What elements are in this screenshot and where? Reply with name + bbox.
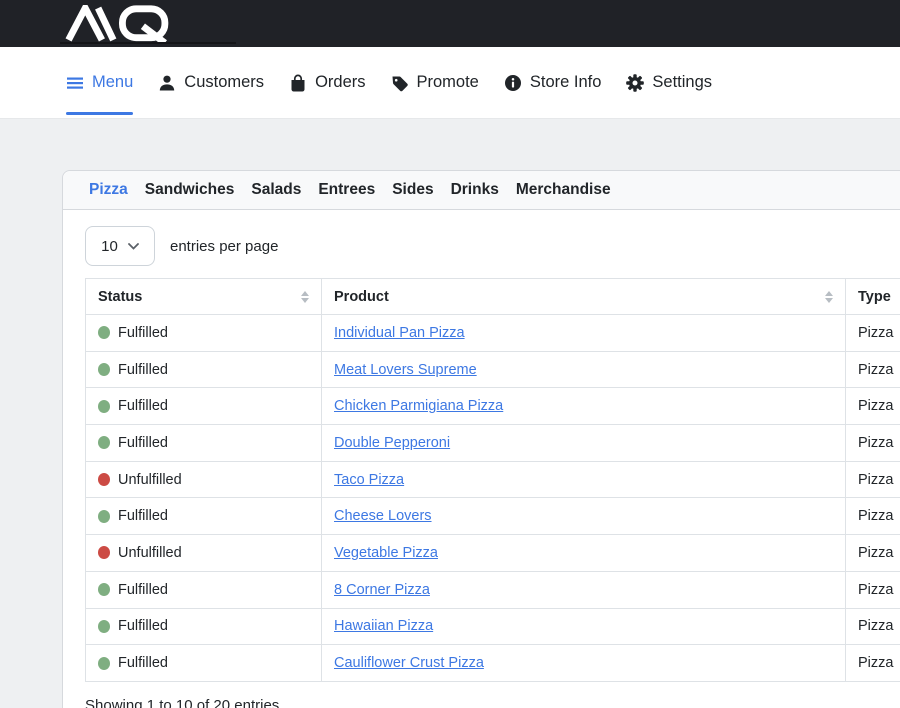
nav-item-settings[interactable]: Settings <box>626 47 712 118</box>
status-label: Unfulfilled <box>118 472 182 488</box>
table-row: Fulfilled Individual Pan Pizza Pizza <box>86 315 900 352</box>
aiq-logo-icon <box>64 5 174 43</box>
status-label: Fulfilled <box>118 398 168 414</box>
nav-item-label: Settings <box>652 73 712 92</box>
status-dot <box>98 400 110 413</box>
tag-icon <box>391 74 409 92</box>
nav-item-customers[interactable]: Customers <box>158 47 264 118</box>
page-content: Pizza Sandwiches Salads Entrees Sides Dr… <box>0 119 900 708</box>
entries-per-page-row: 10 entries per page <box>85 226 900 266</box>
type-cell: Pizza <box>846 388 900 425</box>
person-icon <box>158 74 176 92</box>
status-label: Fulfilled <box>118 508 168 524</box>
tab-merchandise[interactable]: Merchandise <box>516 181 611 199</box>
sort-icon <box>301 291 309 303</box>
column-header-status[interactable]: Status <box>86 279 322 315</box>
product-link[interactable]: Double Pepperoni <box>334 435 450 451</box>
table-row: Fulfilled 8 Corner Pizza Pizza <box>86 571 900 608</box>
type-cell: Pizza <box>846 535 900 572</box>
column-label: Type <box>858 289 891 305</box>
type-cell: Pizza <box>846 571 900 608</box>
tab-drinks[interactable]: Drinks <box>451 181 499 199</box>
status-label: Fulfilled <box>118 618 168 634</box>
entries-per-page-value: 10 <box>101 238 118 255</box>
type-cell: Pizza <box>846 645 900 682</box>
tab-pizza[interactable]: Pizza <box>89 181 128 199</box>
type-cell: Pizza <box>846 315 900 352</box>
product-link[interactable]: Individual Pan Pizza <box>334 325 465 341</box>
sort-icon <box>825 291 833 303</box>
table-row: Fulfilled Meat Lovers Supreme Pizza <box>86 351 900 388</box>
category-tabs: Pizza Sandwiches Salads Entrees Sides Dr… <box>63 171 900 210</box>
column-header-type[interactable]: Type <box>846 279 900 315</box>
nav-item-orders[interactable]: Orders <box>289 47 365 118</box>
type-cell: Pizza <box>846 461 900 498</box>
nav-item-label: Menu <box>92 73 133 92</box>
shopping-bag-icon <box>289 74 307 92</box>
status-dot <box>98 326 110 339</box>
type-cell: Pizza <box>846 425 900 462</box>
products-table: Status Product Type <box>85 278 900 682</box>
nav-item-label: Store Info <box>530 73 602 92</box>
gear-icon <box>626 74 644 92</box>
status-dot <box>98 510 110 523</box>
table-row: Unfulfilled Vegetable Pizza Pizza <box>86 535 900 572</box>
type-cell: Pizza <box>846 351 900 388</box>
product-link[interactable]: Chicken Parmigiana Pizza <box>334 398 503 414</box>
product-link[interactable]: Vegetable Pizza <box>334 545 438 561</box>
table-row: Fulfilled Cheese Lovers Pizza <box>86 498 900 535</box>
tab-sides[interactable]: Sides <box>392 181 433 199</box>
nav-item-store-info[interactable]: Store Info <box>504 47 602 118</box>
status-dot <box>98 583 110 596</box>
hamburger-icon <box>66 74 84 92</box>
product-link[interactable]: Taco Pizza <box>334 472 404 488</box>
logo-underline <box>60 42 236 44</box>
product-link[interactable]: Cheese Lovers <box>334 508 432 524</box>
table-row: Fulfilled Chicken Parmigiana Pizza Pizza <box>86 388 900 425</box>
status-dot <box>98 363 110 376</box>
top-brand-bar <box>0 0 900 47</box>
status-label: Fulfilled <box>118 325 168 341</box>
entries-per-page-label: entries per page <box>170 238 278 255</box>
status-label: Fulfilled <box>118 435 168 451</box>
tab-sandwiches[interactable]: Sandwiches <box>145 181 235 199</box>
nav-item-label: Promote <box>417 73 479 92</box>
product-link[interactable]: 8 Corner Pizza <box>334 582 430 598</box>
chevron-down-icon <box>128 243 139 250</box>
nav-item-label: Customers <box>184 73 264 92</box>
column-header-product[interactable]: Product <box>322 279 846 315</box>
product-link[interactable]: Meat Lovers Supreme <box>334 362 477 378</box>
card-body: 10 entries per page Status <box>63 210 900 708</box>
table-header-row: Status Product Type <box>86 279 900 315</box>
product-link[interactable]: Cauliflower Crust Pizza <box>334 655 484 671</box>
product-link[interactable]: Hawaiian Pizza <box>334 618 433 634</box>
status-dot <box>98 546 110 559</box>
tab-entrees[interactable]: Entrees <box>318 181 375 199</box>
showing-entries-text: Showing 1 to 10 of 20 entries <box>85 697 900 708</box>
status-dot <box>98 436 110 449</box>
table-row: Fulfilled Cauliflower Crust Pizza Pizza <box>86 645 900 682</box>
info-circle-icon <box>504 74 522 92</box>
status-label: Fulfilled <box>118 362 168 378</box>
table-row: Unfulfilled Taco Pizza Pizza <box>86 461 900 498</box>
table-row: Fulfilled Hawaiian Pizza Pizza <box>86 608 900 645</box>
status-dot <box>98 620 110 633</box>
status-label: Fulfilled <box>118 582 168 598</box>
table-row: Fulfilled Double Pepperoni Pizza <box>86 425 900 462</box>
nav-item-label: Orders <box>315 73 365 92</box>
type-cell: Pizza <box>846 498 900 535</box>
tab-salads[interactable]: Salads <box>251 181 301 199</box>
column-label: Product <box>334 289 389 305</box>
main-navbar: Menu Customers Orders Promote <box>0 47 900 119</box>
status-dot <box>98 657 110 670</box>
column-label: Status <box>98 289 142 305</box>
nav-item-promote[interactable]: Promote <box>391 47 479 118</box>
status-label: Fulfilled <box>118 655 168 671</box>
menu-card: Pizza Sandwiches Salads Entrees Sides Dr… <box>62 170 900 708</box>
status-dot <box>98 473 110 486</box>
status-label: Unfulfilled <box>118 545 182 561</box>
nav-item-menu[interactable]: Menu <box>66 47 133 118</box>
entries-per-page-select[interactable]: 10 <box>85 226 155 266</box>
type-cell: Pizza <box>846 608 900 645</box>
